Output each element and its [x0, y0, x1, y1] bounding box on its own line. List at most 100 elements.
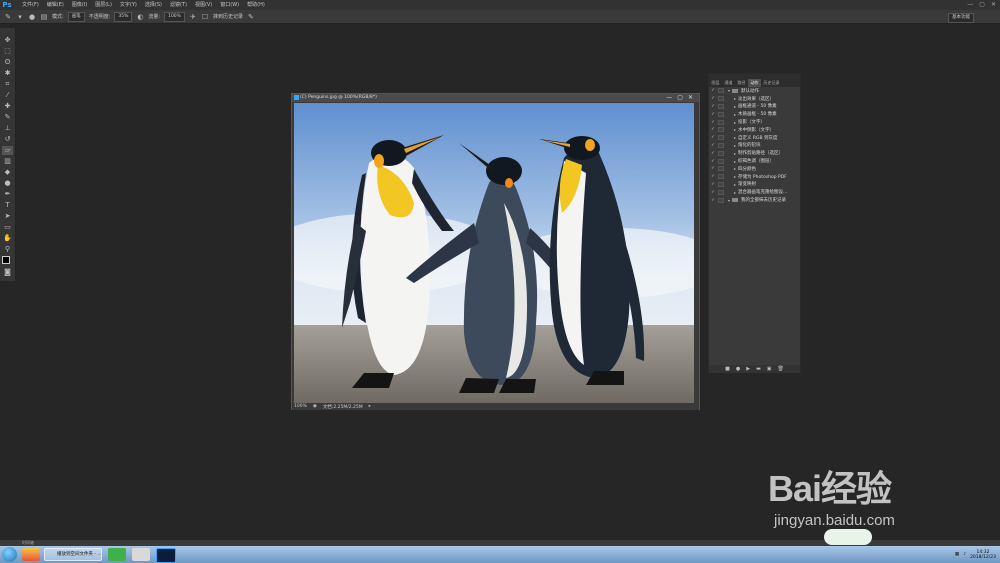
path-select-tool-icon[interactable]: ➤	[2, 212, 13, 221]
play-icon[interactable]: ▶	[746, 366, 750, 372]
image-canvas[interactable]	[294, 103, 694, 403]
dialog-toggle-icon[interactable]	[718, 142, 724, 148]
erase-history-checkbox[interactable]: ☐	[201, 13, 209, 21]
dialog-toggle-icon[interactable]	[718, 119, 724, 125]
blur-tool-icon[interactable]: ◆	[2, 168, 13, 177]
dialog-toggle-icon[interactable]	[718, 166, 724, 172]
menu-file[interactable]: 文件(F)	[18, 0, 43, 10]
floating-app-badge[interactable]	[824, 529, 872, 545]
minimize-icon[interactable]: —	[967, 0, 973, 10]
action-row[interactable]: ✓ ▸ 渐变映射	[710, 181, 799, 189]
action-row[interactable]: ✓ ▸ 混合器画笔克隆绘图设...	[710, 188, 799, 196]
tab-actions[interactable]: 动作	[748, 79, 761, 87]
eraser-tool-icon[interactable]: ▱	[2, 146, 13, 155]
dialog-toggle-icon[interactable]	[718, 197, 724, 203]
tab-paths[interactable]: 路径	[735, 79, 748, 87]
clone-stamp-tool-icon[interactable]: ⊥	[2, 124, 13, 133]
toggle-check-icon[interactable]: ✓	[710, 104, 716, 109]
dialog-toggle-icon[interactable]	[718, 150, 724, 156]
dialog-toggle-icon[interactable]	[718, 174, 724, 180]
doc-close-icon[interactable]: ✕	[688, 94, 693, 102]
lasso-tool-icon[interactable]: ʘ	[2, 58, 13, 67]
menu-filter[interactable]: 滤镜(T)	[166, 0, 191, 10]
action-row[interactable]: ✓ ▸ 淡出效果（选区）	[710, 95, 799, 103]
opacity-input[interactable]: 35%	[114, 11, 133, 22]
dialog-toggle-icon[interactable]	[718, 103, 724, 109]
dialog-toggle-icon[interactable]	[718, 181, 724, 187]
document-title-bar[interactable]: (C) Penguins.jpg @ 100%(RGB/8*) — ▢ ✕	[292, 94, 699, 102]
dialog-toggle-icon[interactable]	[718, 135, 724, 141]
menu-image[interactable]: 图像(I)	[68, 0, 91, 10]
status-info-icon[interactable]: ◉	[313, 404, 317, 409]
status-menu-arrow-icon[interactable]: ▸	[369, 404, 371, 409]
toggle-check-icon[interactable]: ✓	[710, 143, 716, 148]
toggle-check-icon[interactable]: ✓	[710, 112, 716, 117]
close-icon[interactable]: ✕	[991, 0, 996, 10]
action-row[interactable]: ✓ ▸ 存储为 Photoshop PDF	[710, 173, 799, 181]
toggle-check-icon[interactable]: ✓	[710, 198, 716, 203]
zoom-level[interactable]: 100%	[294, 404, 307, 409]
record-icon[interactable]: ●	[736, 366, 740, 372]
action-row[interactable]: ✓ ▸ 木质画框 - 50 像素	[710, 110, 799, 118]
quick-select-tool-icon[interactable]: ✱	[2, 69, 13, 78]
action-row[interactable]: ✓ ▸ 画框通道 - 50 像素	[710, 103, 799, 111]
menu-type[interactable]: 文字(Y)	[116, 0, 141, 10]
action-row[interactable]: ✓ ▸ 制作剪贴路径（选区）	[710, 149, 799, 157]
delete-icon[interactable]: 🗑	[778, 366, 784, 372]
shape-tool-icon[interactable]: ▭	[2, 223, 13, 232]
move-tool-icon[interactable]: ✥	[2, 36, 13, 45]
pencil-app-icon[interactable]	[132, 548, 150, 561]
dodge-tool-icon[interactable]: ●	[2, 179, 13, 188]
action-row[interactable]: ✓ ▸ 熔化的铅块	[710, 142, 799, 150]
hand-tool-icon[interactable]: ✋	[2, 234, 13, 243]
doc-maximize-icon[interactable]: ▢	[677, 94, 683, 102]
toggle-check-icon[interactable]: ✓	[710, 166, 716, 171]
tray-network-icon[interactable]: ▦	[955, 552, 959, 557]
toggle-check-icon[interactable]: ✓	[710, 96, 716, 101]
maximize-icon[interactable]: ▢	[979, 0, 985, 10]
eyedropper-tool-icon[interactable]: ⁄	[2, 91, 13, 100]
dialog-toggle-icon[interactable]	[718, 111, 724, 117]
type-tool-icon[interactable]: T	[2, 201, 13, 210]
crop-tool-icon[interactable]: ⌗	[2, 80, 13, 89]
clock[interactable]: 14:32 2018/12/23	[970, 550, 996, 560]
start-button-icon[interactable]	[2, 547, 17, 562]
action-row[interactable]: ✓ ▸ 四分颜色	[710, 165, 799, 173]
menu-view[interactable]: 视图(V)	[191, 0, 216, 10]
dialog-toggle-icon[interactable]	[718, 96, 724, 102]
new-set-icon[interactable]: ▬	[756, 366, 761, 372]
dialog-toggle-icon[interactable]	[718, 88, 724, 94]
dialog-toggle-icon[interactable]	[718, 127, 724, 133]
tray-volume-icon[interactable]: ♪	[963, 552, 966, 557]
pen-tool-icon[interactable]: ✒	[2, 190, 13, 199]
green-app-icon[interactable]	[108, 548, 126, 561]
flow-input[interactable]: 100%	[164, 11, 185, 22]
photoshop-taskbar-icon[interactable]	[156, 548, 176, 563]
browser-icon[interactable]	[22, 548, 40, 561]
toggle-check-icon[interactable]: ✓	[710, 182, 716, 187]
airbrush-icon[interactable]: ✈	[189, 13, 197, 21]
marquee-tool-icon[interactable]: ⬚	[2, 47, 13, 56]
brush-size-icon[interactable]: ●	[28, 13, 36, 21]
doc-minimize-icon[interactable]: —	[666, 94, 672, 102]
healing-brush-tool-icon[interactable]: ✚	[2, 102, 13, 111]
foreground-color-swatch[interactable]	[2, 256, 10, 264]
toggle-check-icon[interactable]: ✓	[710, 190, 716, 195]
dialog-toggle-icon[interactable]	[718, 189, 724, 195]
toggle-check-icon[interactable]: ✓	[710, 88, 716, 93]
menu-select[interactable]: 选择(S)	[141, 0, 166, 10]
toggle-check-icon[interactable]: ✓	[710, 127, 716, 132]
brush-panel-icon[interactable]: ▤	[40, 13, 48, 21]
zoom-tool-icon[interactable]: ⚲	[2, 245, 13, 254]
tab-layers[interactable]: 图层	[709, 79, 722, 87]
stop-icon[interactable]: ■	[725, 366, 730, 372]
toggle-check-icon[interactable]: ✓	[710, 120, 716, 125]
menu-window[interactable]: 窗口(W)	[216, 0, 243, 10]
chevron-down-icon[interactable]: ▾	[16, 13, 24, 21]
taskbar-item-explorer[interactable]: 播放到空间文件夹 - ...	[44, 548, 102, 561]
new-action-icon[interactable]: ▣	[767, 366, 772, 372]
tab-channels[interactable]: 通道	[722, 79, 735, 87]
gradient-tool-icon[interactable]: ▥	[2, 157, 13, 166]
tab-history[interactable]: 历史记录	[761, 79, 782, 87]
menu-layer[interactable]: 图层(L)	[91, 0, 116, 10]
